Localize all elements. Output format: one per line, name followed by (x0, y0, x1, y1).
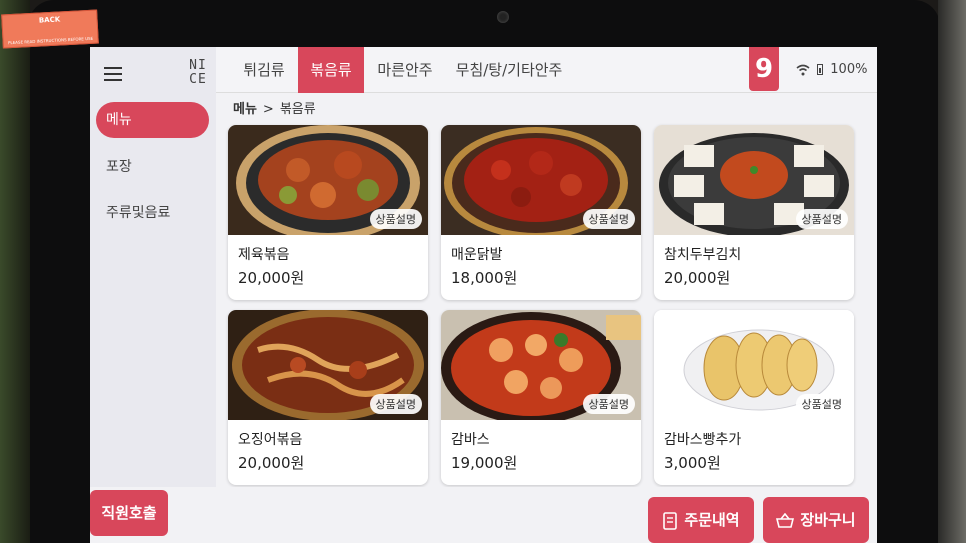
order-history-button[interactable]: 주문내역 (648, 497, 754, 543)
sidebar-item-takeout[interactable]: 포장 (96, 149, 209, 185)
sidebar-item-drinks[interactable]: 주류및음료 (96, 195, 209, 231)
basket-icon (776, 512, 795, 528)
product-description-badge[interactable]: 상품설명 (582, 209, 635, 229)
menu-item-name: 감바스 (451, 432, 490, 448)
product-description-badge[interactable]: 상품설명 (582, 394, 635, 414)
category-tab-bar: 튀김류 볶음류 마른안주 무침/탕/기타안주 9 100% (216, 47, 877, 93)
menu-item-name: 감바스빵추가 (664, 432, 742, 448)
receipt-icon (663, 511, 678, 530)
product-description-badge[interactable]: 상품설명 (369, 394, 422, 414)
status-bar: 100% (796, 62, 867, 77)
background-plant (0, 0, 30, 543)
breadcrumb-root[interactable]: 메뉴 (233, 102, 257, 117)
menu-item-price: 20,000원 (238, 269, 305, 287)
bottom-action-bar: 직원호출 주문내역 장바구니 (90, 487, 877, 543)
menu-item-price: 20,000원 (238, 454, 305, 472)
cart-label: 장바구니 (800, 511, 856, 529)
table-number-badge: 9 (749, 47, 779, 91)
menu-item-name: 매운닭발 (451, 247, 503, 263)
staff-call-button[interactable]: 직원호출 (90, 490, 168, 536)
menu-card-squid[interactable]: 상품설명 오징어볶음 20,000원 (228, 310, 428, 485)
kiosk-screen: NI CE 메뉴 포장 주류및음료 튀김류 볶음류 마른안주 무침/탕/기타안주 … (90, 47, 877, 543)
menu-item-price: 18,000원 (451, 269, 518, 287)
camera-icon (497, 11, 509, 23)
breadcrumb: 메뉴 > 볶음류 (233, 98, 316, 117)
sticker-fine-print: PLEASE READ INSTRUCTIONS BEFORE USE (7, 35, 94, 46)
battery-level: 100% (830, 62, 868, 77)
wifi-icon (796, 64, 810, 75)
breadcrumb-current: 볶음류 (279, 102, 316, 117)
brand-logo: NI CE (189, 58, 207, 87)
menu-item-name: 참치두부김치 (664, 247, 742, 263)
order-history-label: 주문내역 (684, 511, 740, 529)
back-sticker: BACK PLEASE READ INSTRUCTIONS BEFORE USE (1, 9, 99, 49)
menu-item-price: 3,000원 (664, 454, 721, 472)
breadcrumb-separator: > (262, 102, 274, 117)
sidebar: NI CE 메뉴 포장 주류및음료 (90, 47, 216, 487)
menu-card-jeyuk[interactable]: 상품설명 제육볶음 20,000원 (228, 125, 428, 300)
menu-item-price: 19,000원 (451, 454, 518, 472)
menu-item-price: 20,000원 (664, 269, 731, 287)
tab-fried[interactable]: 튀김류 (233, 47, 295, 93)
staff-call-label: 직원호출 (101, 504, 157, 522)
tab-dry-snacks[interactable]: 마른안주 (368, 47, 442, 93)
menu-card-tuna-tofu-kimchi[interactable]: 상품설명 참치두부김치 20,000원 (654, 125, 854, 300)
sticker-title: BACK (38, 15, 61, 25)
background-right (938, 0, 966, 543)
cart-button[interactable]: 장바구니 (763, 497, 869, 543)
product-description-badge[interactable]: 상품설명 (795, 394, 848, 414)
hamburger-menu-icon[interactable] (104, 67, 122, 81)
tab-stir-fried[interactable]: 볶음류 (298, 47, 364, 93)
menu-card-dakbal[interactable]: 상품설명 매운닭발 18,000원 (441, 125, 641, 300)
battery-icon (817, 64, 824, 75)
sidebar-item-menu[interactable]: 메뉴 (96, 102, 209, 138)
product-description-badge[interactable]: 상품설명 (369, 209, 422, 229)
menu-card-gambas[interactable]: 상품설명 감바스 19,000원 (441, 310, 641, 485)
menu-card-gambas-bread[interactable]: 상품설명 감바스빵추가 3,000원 (654, 310, 854, 485)
product-description-badge[interactable]: 상품설명 (795, 209, 848, 229)
menu-item-name: 제육볶음 (238, 247, 290, 263)
menu-item-name: 오징어볶음 (238, 432, 303, 448)
tab-other-snacks[interactable]: 무침/탕/기타안주 (448, 47, 570, 93)
